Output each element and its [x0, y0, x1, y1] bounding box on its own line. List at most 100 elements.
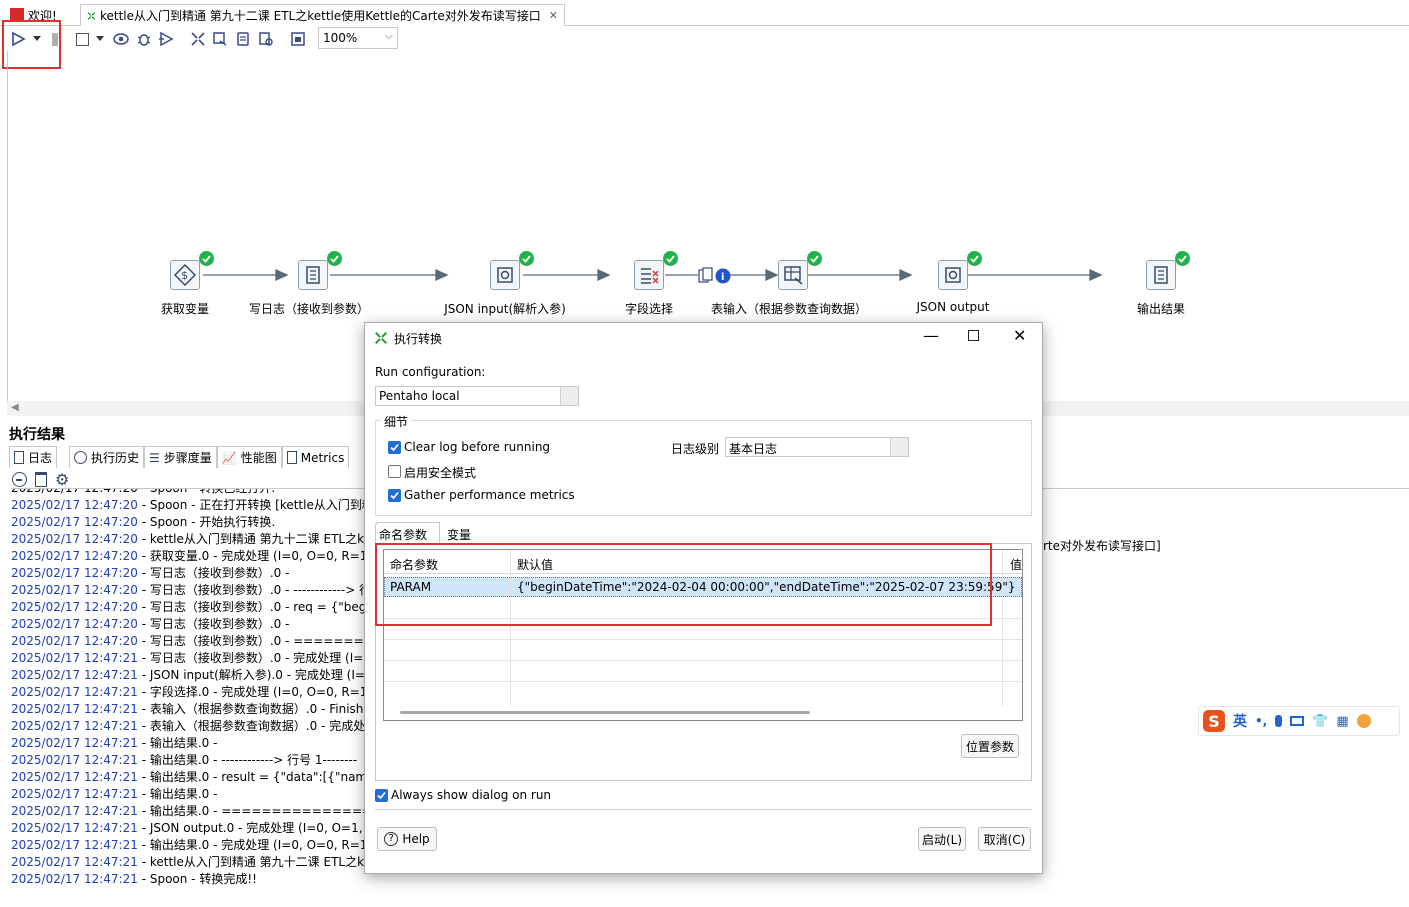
step-output-result[interactable] [1146, 260, 1176, 290]
punctuation-icon[interactable]: •, [1255, 714, 1267, 728]
log-message: - Spoon - 转换完成!! [137, 872, 257, 886]
ime-language[interactable]: 英 [1233, 711, 1247, 731]
start-button[interactable]: 启动(L) [918, 827, 966, 851]
safe-mode-label: 启用安全模式 [404, 466, 477, 480]
chart-line-icon: 📈 [221, 450, 237, 465]
step-success-check-icon [519, 251, 534, 266]
log-timestamp: 2025/02/17 12:47:21 [11, 804, 138, 818]
maximize-icon[interactable] [968, 330, 979, 341]
close-icon[interactable]: ✕ [1013, 326, 1026, 345]
dialog-title: 执行转换 [394, 332, 443, 346]
toolbox-grid-icon[interactable]: ▦ [1336, 714, 1348, 729]
log-message: - kettle从入门到精通 第九十二课 ETL之ket [137, 855, 376, 869]
log-timestamp: 2025/02/17 12:47:20 [11, 549, 138, 563]
keyboard-icon[interactable] [1290, 716, 1305, 726]
impact-icon[interactable] [212, 31, 228, 47]
log-timestamp: 2025/02/17 12:47:21 [11, 770, 138, 784]
preview-eye-icon[interactable] [113, 31, 129, 47]
step-select-fields[interactable] [634, 260, 664, 290]
tab-metrics[interactable]: Metrics [281, 446, 350, 468]
replay-icon[interactable] [158, 31, 174, 47]
mascot-icon[interactable] [1356, 714, 1371, 728]
editor-tab-bar: 欢迎! kettle从入门到精通 第九十二课 ETL之kettle使用Kettl… [0, 0, 1409, 26]
log-timestamp: 2025/02/17 12:47:21 [11, 787, 138, 801]
show-results-icon[interactable] [290, 31, 306, 47]
verify-icon[interactable] [190, 31, 206, 47]
log-line-fragment: rte对外发布读写接口] [1043, 539, 1161, 553]
log-message: - kettle从入门到精通 第九十二课 ETL之ket [137, 532, 376, 546]
log-level-select[interactable]: 基本日志 [725, 437, 909, 457]
explore-db-icon[interactable] [258, 31, 274, 47]
run-configuration-label: Run configuration: [375, 365, 486, 379]
step-metrics-list-icon: ☰ [149, 450, 160, 465]
dialog-titlebar[interactable]: 执行转换 — ✕ [365, 323, 1042, 353]
hop-copy-info-icon[interactable]: i [698, 267, 732, 285]
main-toolbar [0, 27, 1409, 51]
minimize-icon[interactable]: — [923, 326, 939, 345]
log-timestamp: 2025/02/17 12:47:21 [11, 685, 138, 699]
details-group-label: 细节 [381, 413, 412, 430]
column-header-value[interactable]: 值 [1010, 556, 1022, 573]
transformation-icon [87, 11, 96, 20]
log-timestamp: 2025/02/17 12:47:20 [11, 600, 138, 614]
tab-history-label: 执行历史 [91, 451, 140, 465]
run-configuration-select[interactable]: Pentaho local [375, 386, 579, 406]
help-button[interactable]: ? Help [377, 827, 437, 851]
tab-named-params[interactable]: 命名参数 [375, 522, 440, 544]
step-json-input[interactable] [490, 260, 520, 290]
log-timestamp: 2025/02/17 12:47:20 [11, 583, 138, 597]
log-timestamp: 2025/02/17 12:47:21 [11, 855, 138, 869]
log-message: - 写日志（接收到参数）.0 - [137, 617, 290, 631]
log-message: - 写日志（接收到参数）.0 - req = {"begin [137, 600, 378, 614]
trash-icon[interactable] [35, 472, 47, 487]
svg-text:$: $ [181, 269, 188, 282]
cancel-button[interactable]: 取消(C) [978, 827, 1031, 851]
log-message: - JSON output.0 - 完成处理 (I=0, O=1, R [137, 821, 375, 835]
step-get-variables[interactable]: $ [170, 260, 200, 290]
tab-variables[interactable]: 变量 [442, 524, 476, 544]
safe-mode-checkbox[interactable] [388, 465, 401, 478]
tab-step-metrics[interactable]: ☰ 步骤度量 [144, 446, 217, 468]
stop-icon[interactable] [74, 31, 90, 47]
close-tab-icon[interactable]: ✕ [549, 9, 558, 22]
scroll-left-icon[interactable]: ◀ [11, 402, 19, 413]
tab-log[interactable]: 日志 [9, 446, 58, 468]
debug-bug-icon[interactable] [136, 31, 152, 47]
spoon-window: 欢迎! kettle从入门到精通 第九十二课 ETL之kettle使用Kettl… [0, 0, 1409, 907]
start-label: 启动(L) [921, 832, 963, 847]
step-table-input[interactable] [778, 260, 808, 290]
log-icon [1154, 266, 1168, 284]
tab-transformation[interactable]: kettle从入门到精通 第九十二课 ETL之kettle使用Kettle的Ca… [80, 4, 565, 26]
step-write-log[interactable] [298, 260, 328, 290]
step-json-output[interactable] [938, 260, 968, 290]
clear-log-checkbox[interactable] [388, 441, 401, 454]
transformation-icon [375, 332, 387, 344]
table-horizontal-scrollbar[interactable] [400, 711, 810, 714]
always-show-checkbox[interactable] [375, 789, 388, 802]
position-params-button[interactable]: 位置参数 [961, 734, 1019, 758]
metrics-doc-icon [286, 451, 297, 464]
clear-log-icon[interactable] [12, 472, 27, 487]
tab-step-metrics-label: 步骤度量 [163, 451, 212, 465]
log-timestamp: 2025/02/17 12:47:21 [11, 838, 138, 852]
log-message: - 写日志（接收到参数）.0 - 完成处理 (I=0, [137, 651, 375, 665]
json-icon [945, 267, 961, 283]
microphone-icon[interactable] [1275, 715, 1283, 727]
zoom-select[interactable]: 100% ⌵ [318, 27, 398, 49]
variable-icon: $ [174, 264, 196, 286]
gather-metrics-checkbox[interactable] [388, 489, 401, 502]
log-timestamp: 2025/02/17 12:47:20 [11, 634, 138, 648]
skin-shirt-icon[interactable]: 👕 [1312, 714, 1328, 729]
ime-toolbar[interactable]: S 英 •, 👕 ▦ [1198, 706, 1400, 736]
stop-options-chevron-icon[interactable] [94, 31, 106, 47]
sql-icon[interactable] [235, 31, 251, 47]
log-timestamp: 2025/02/17 12:47:20 [11, 515, 138, 529]
log-message: - 写日志（接收到参数）.0 - ------------> 行 [137, 583, 372, 597]
log-timestamp: 2025/02/17 12:47:21 [11, 753, 138, 767]
log-message: - 输出结果.0 - ------------> 行号 1-------- [137, 753, 358, 767]
tab-named-params-label: 命名参数 [379, 528, 428, 542]
tab-execution-history[interactable]: 执行历史 [69, 446, 145, 468]
results-panel-title: 执行结果 [9, 427, 65, 443]
tab-performance-graph[interactable]: 📈 性能图 [216, 446, 282, 468]
table-input-icon [784, 266, 803, 285]
